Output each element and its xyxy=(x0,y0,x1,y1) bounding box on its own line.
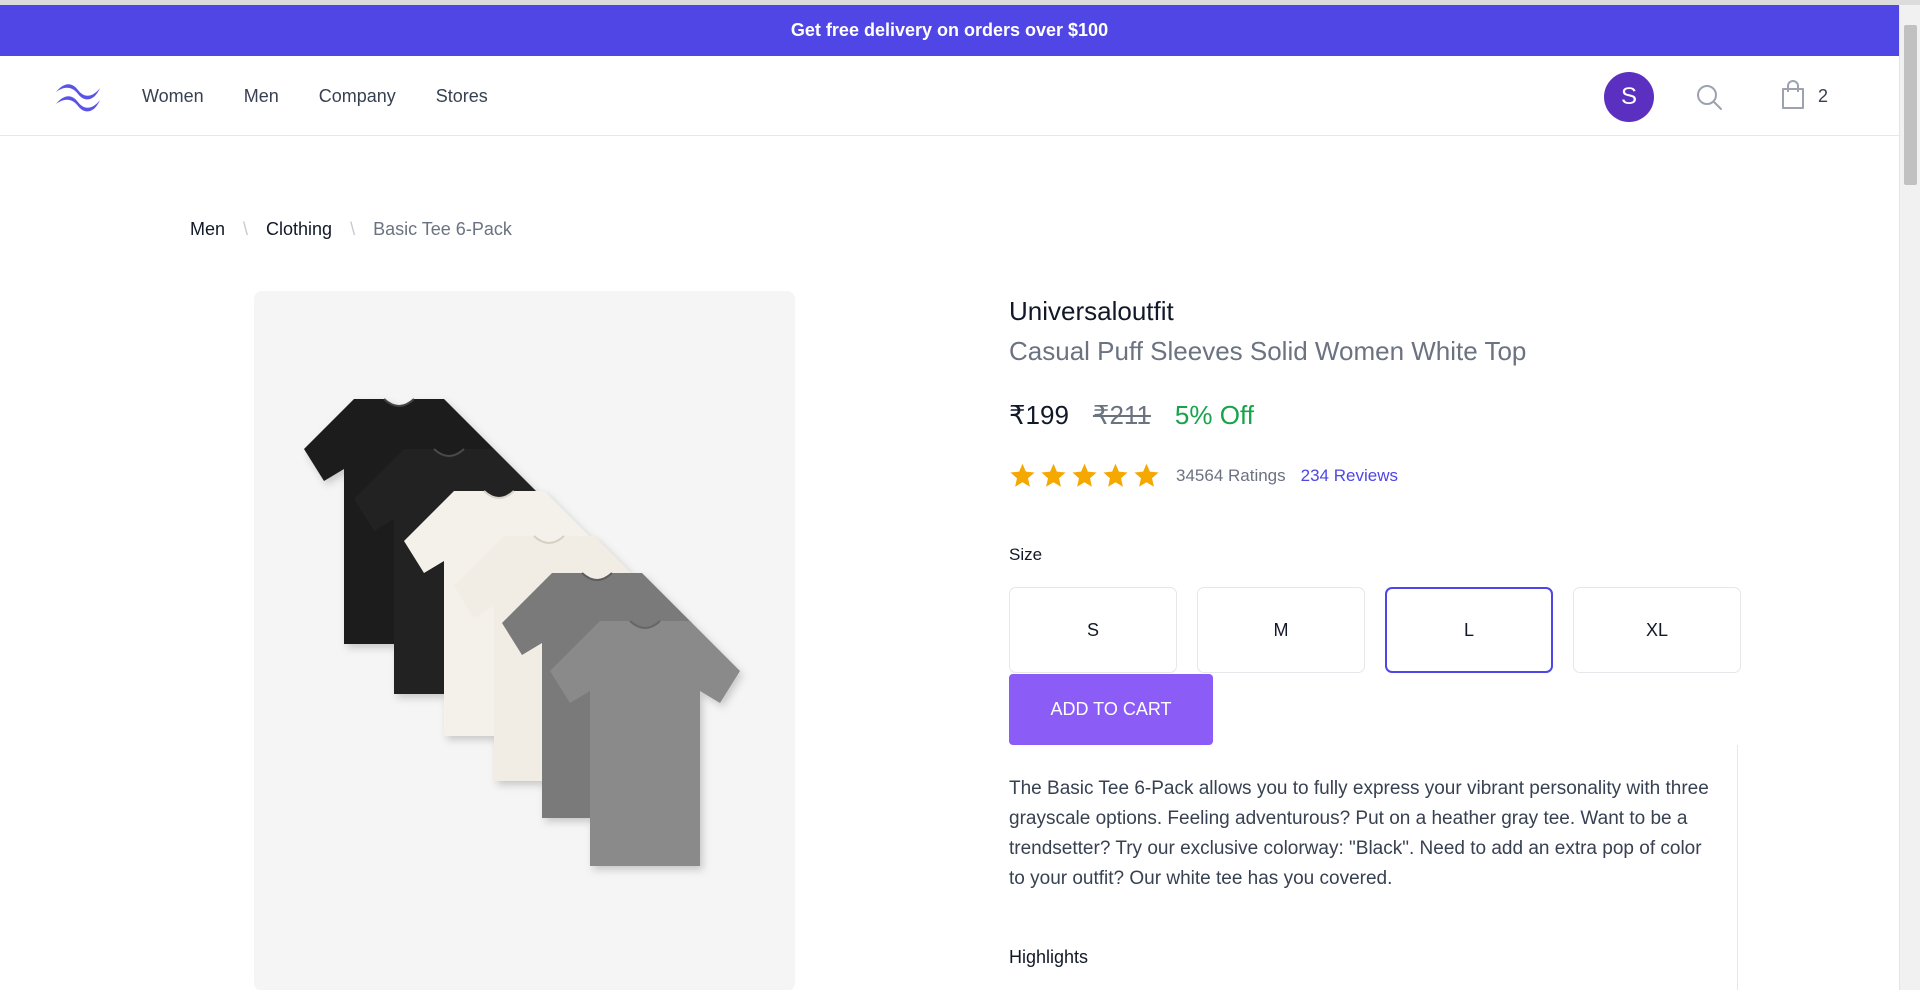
breadcrumb-separator: \ xyxy=(350,219,356,239)
nav-item-men[interactable]: Men xyxy=(244,86,279,107)
brand-logo[interactable] xyxy=(54,80,102,112)
highlights-heading: Highlights xyxy=(1009,947,1089,967)
reviews-link[interactable]: 234 Reviews xyxy=(1301,466,1398,486)
star-icon xyxy=(1103,463,1128,487)
breadcrumb-current: Basic Tee 6-Pack xyxy=(373,219,512,239)
ratings-count: 34564 Ratings xyxy=(1176,465,1286,485)
star-icon xyxy=(1072,463,1097,487)
star-icon xyxy=(1041,463,1066,487)
nav-item-women[interactable]: Women xyxy=(142,86,204,107)
scrollbar-thumb[interactable] xyxy=(1904,25,1917,185)
product-description: The Basic Tee 6-Pack allows you to fully… xyxy=(1009,778,1709,889)
discount-label: 5% Off xyxy=(1174,400,1254,430)
size-option-m[interactable]: M xyxy=(1197,587,1365,673)
nav-item-stores[interactable]: Stores xyxy=(436,86,488,107)
tshirt-stack-illustration xyxy=(304,398,740,866)
size-selector: S M L XL xyxy=(1009,587,1741,673)
breadcrumb-separator: \ xyxy=(243,219,249,239)
user-avatar[interactable]: S xyxy=(1604,72,1654,122)
promo-banner: Get free delivery on orders over $100 xyxy=(0,5,1899,56)
star-rating xyxy=(1009,462,1160,489)
breadcrumb-item-men[interactable]: Men xyxy=(190,219,225,240)
product-title: Casual Puff Sleeves Solid Women White To… xyxy=(1009,336,1527,366)
star-icon xyxy=(1010,463,1035,487)
breadcrumb: Men \ Clothing \ Basic Tee 6-Pack xyxy=(190,219,512,240)
search-icon[interactable] xyxy=(1695,83,1723,111)
size-label: Size xyxy=(1009,545,1043,564)
product-image[interactable] xyxy=(254,291,795,990)
size-option-s[interactable]: S xyxy=(1009,587,1177,673)
star-icon xyxy=(1134,463,1159,487)
selling-price: ₹199 xyxy=(1009,400,1069,430)
promo-text: Get free delivery on orders over $100 xyxy=(790,20,1109,40)
shopping-bag-icon[interactable] xyxy=(1780,80,1806,110)
product-brand: Universaloutfit xyxy=(1009,296,1174,326)
site-header: Women Men Company Stores S 2 xyxy=(0,56,1899,136)
main-nav: Women Men Company Stores xyxy=(142,56,488,136)
page-scrollbar[interactable] xyxy=(1899,5,1920,990)
original-price: ₹211 xyxy=(1092,400,1151,430)
add-to-cart-button[interactable]: ADD TO CART xyxy=(1009,674,1213,745)
nav-item-company[interactable]: Company xyxy=(319,86,396,107)
avatar-initial: S xyxy=(1620,83,1637,110)
price-row: ₹199 ₹211 5% Off xyxy=(1009,400,1254,431)
cart-count[interactable]: 2 xyxy=(1818,86,1828,107)
size-option-l[interactable]: L xyxy=(1385,587,1553,673)
rating-row: 34564 Ratings 234 Reviews xyxy=(1009,462,1398,489)
description-divider xyxy=(1737,745,1738,990)
breadcrumb-item-clothing[interactable]: Clothing xyxy=(266,219,332,240)
size-option-xl[interactable]: XL xyxy=(1573,587,1741,673)
